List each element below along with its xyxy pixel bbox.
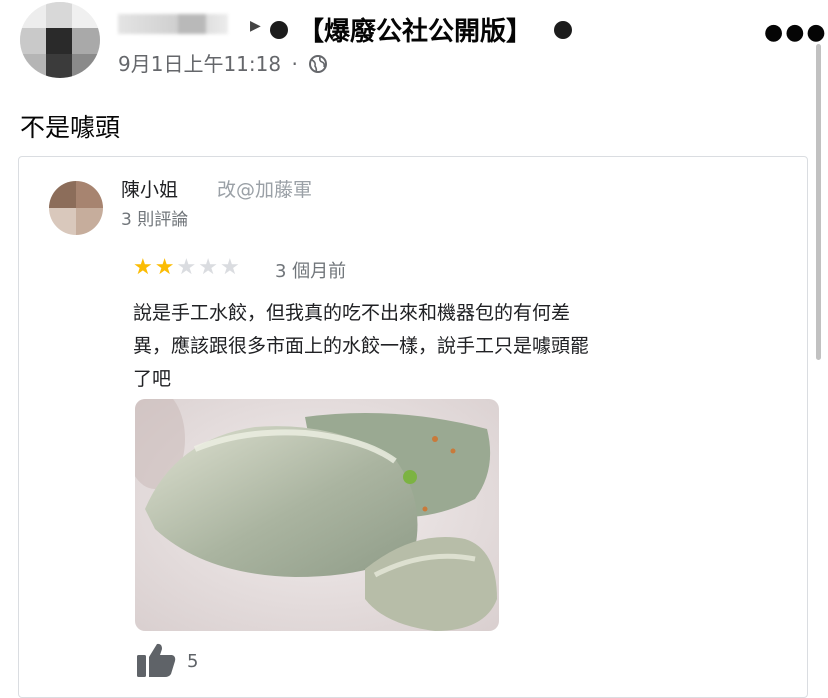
review-card: 陳小姐 改@加藤軍 3 則評論 ★★★★★ 3 個月前 說是手工水餃，但我真的吃… xyxy=(18,156,808,698)
dumpling-photo xyxy=(135,399,499,631)
edited-watermark: 改@加藤軍 xyxy=(217,179,313,201)
poster-name-redacted[interactable] xyxy=(118,14,228,34)
review-line: 了吧 xyxy=(133,368,172,390)
group-name-link[interactable]: 【爆廢公社公開版】 xyxy=(298,11,532,48)
bullet-icon xyxy=(270,21,288,39)
review-line: 異，應該跟很多市面上的水餃一樣，說手工只是噱頭罷 xyxy=(133,335,590,357)
star-empty-icon: ★ xyxy=(176,255,199,280)
review-line: 說是手工水餃，但我真的吃不出來和機器包的有何差 xyxy=(133,302,571,324)
meta-separator: · xyxy=(291,52,298,76)
reviewer-avatar xyxy=(49,181,103,235)
review-body: 說是手工水餃，但我真的吃不出來和機器包的有何差 異，應該跟很多市面上的水餃一樣，… xyxy=(133,297,693,396)
poster-avatar[interactable] xyxy=(20,2,100,78)
star-filled-icon: ★ xyxy=(154,255,177,280)
post-text: 不是噱頭 xyxy=(20,113,121,142)
review-time: 3 個月前 xyxy=(275,261,347,282)
star-empty-icon: ★ xyxy=(219,255,242,280)
more-icon[interactable]: ●●● xyxy=(764,20,828,45)
review-count: 3 則評論 xyxy=(121,210,189,230)
post-meta: 9月1日上午11:18 · xyxy=(118,48,328,79)
star-rating: ★★★★★ xyxy=(133,255,242,280)
reviewer-name: 陳小姐 xyxy=(121,179,179,201)
arrow-right-icon: ▶ xyxy=(250,18,261,34)
globe-icon xyxy=(308,54,328,79)
like-count: 5 xyxy=(187,651,199,672)
star-filled-icon: ★ xyxy=(133,255,155,280)
scrollbar[interactable] xyxy=(816,44,821,360)
post-timestamp[interactable]: 9月1日上午11:18 xyxy=(118,52,281,76)
star-empty-icon: ★ xyxy=(198,255,220,280)
thumbs-up-icon[interactable] xyxy=(135,641,177,683)
bullet-icon xyxy=(554,21,572,39)
